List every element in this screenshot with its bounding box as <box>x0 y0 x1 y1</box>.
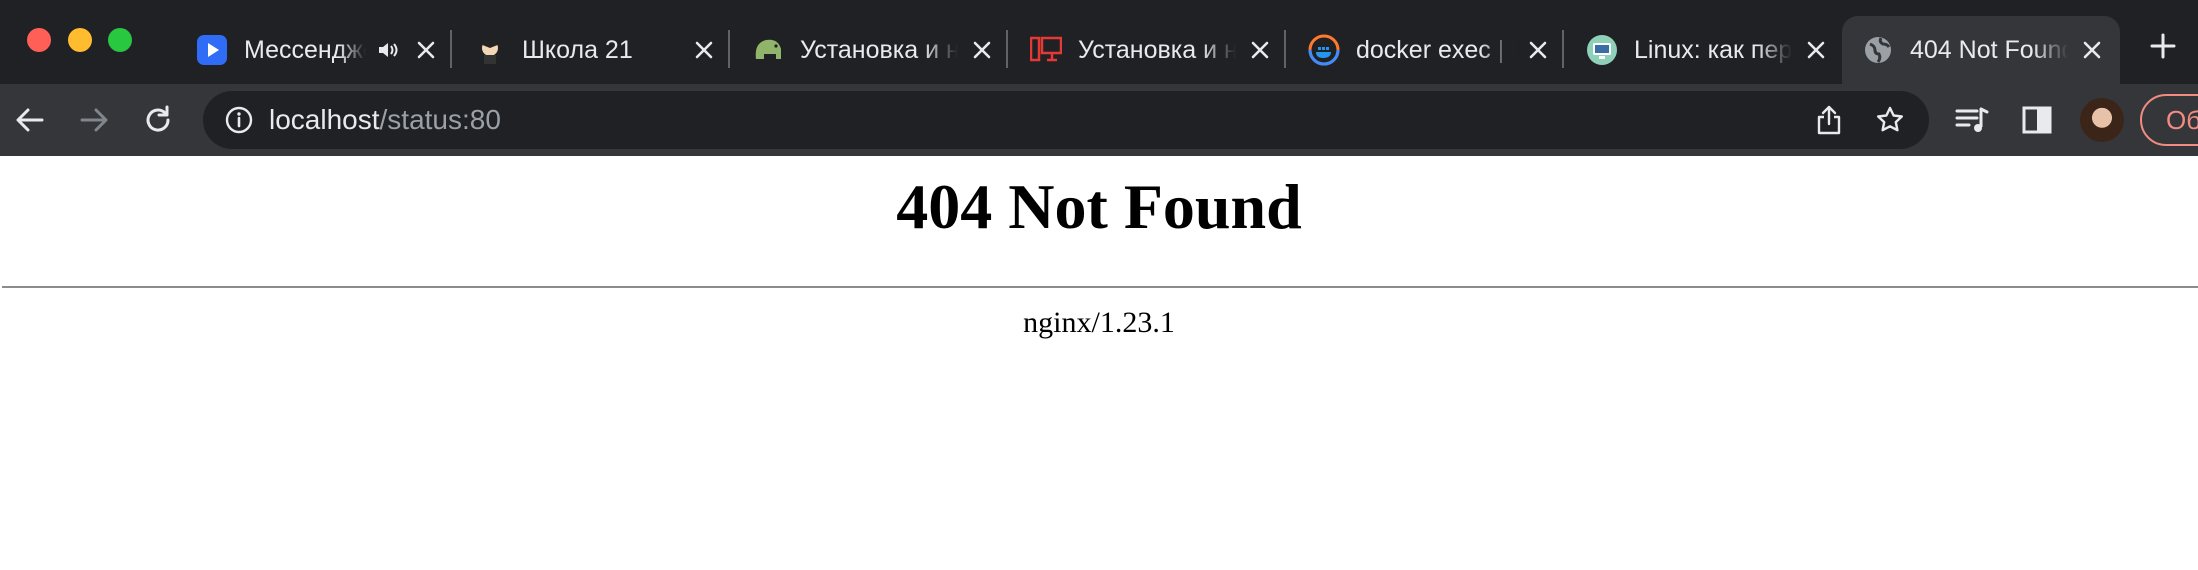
arrow-left-icon <box>16 108 44 132</box>
tab-messenger[interactable]: Мессенджер <box>176 16 454 84</box>
tab-separator <box>1284 30 1286 68</box>
address-bar[interactable]: localhost/status:80 <box>203 91 1929 149</box>
url-host: localhost <box>269 104 380 135</box>
tab-separator <box>450 30 452 68</box>
tab-title: 404 Not Found <box>1910 35 2068 64</box>
close-tab-icon[interactable] <box>2078 36 2106 64</box>
site-info-icon[interactable] <box>225 106 253 134</box>
speaker-icon[interactable] <box>376 37 400 63</box>
tab-install-2[interactable]: Установка и настройка <box>1010 16 1288 84</box>
zoom-window-button[interactable] <box>108 28 132 52</box>
url-text[interactable]: localhost/status:80 <box>269 104 501 136</box>
close-tab-icon[interactable] <box>690 36 718 64</box>
share-icon[interactable] <box>1814 105 1844 135</box>
tab-separator <box>728 30 730 68</box>
back-button[interactable] <box>8 98 52 142</box>
tab-title: Школа 21 <box>522 35 633 64</box>
page-heading: 404 Not Found <box>896 171 1302 242</box>
tab-separator <box>1562 30 1564 68</box>
profile-avatar[interactable] <box>2080 98 2124 142</box>
arrow-right-icon <box>80 108 108 132</box>
plus-icon <box>2150 33 2176 59</box>
update-button[interactable]: Обновить <box>2140 94 2198 146</box>
new-tab-button[interactable] <box>2145 28 2181 64</box>
close-window-button[interactable] <box>27 28 51 52</box>
reload-icon <box>146 105 170 132</box>
tab-separator <box>1006 30 1008 68</box>
side-panel-icon[interactable] <box>2019 102 2055 138</box>
close-tab-icon[interactable] <box>1802 36 1830 64</box>
close-tab-icon[interactable] <box>1524 36 1552 64</box>
media-controls-icon[interactable] <box>1954 102 1990 138</box>
close-tab-icon[interactable] <box>968 36 996 64</box>
divider <box>2 286 2198 288</box>
reload-button[interactable] <box>136 98 180 142</box>
tab-strip: Мессенджер Школа 21 Установка и настройк… <box>0 0 2198 84</box>
elephant-icon <box>752 34 784 66</box>
forward-button[interactable] <box>72 98 116 142</box>
globe-icon <box>1862 34 1894 66</box>
tab-title: docker exec | Docker <box>1356 35 1514 64</box>
docker-icon <box>1308 34 1340 66</box>
tab-school21[interactable]: Школа 21 <box>454 16 732 84</box>
red-server-icon <box>1030 34 1062 66</box>
school21-mascot-icon <box>474 34 506 66</box>
tab-title: Установка и настройка <box>800 35 958 64</box>
tab-404-active[interactable]: 404 Not Found <box>1842 16 2120 84</box>
server-signature: nginx/1.23.1 <box>1023 306 1175 339</box>
tab-title: Мессенджер <box>244 35 366 64</box>
page-content: 404 Not Found nginx/1.23.1 <box>0 156 2198 570</box>
minimize-window-button[interactable] <box>68 28 92 52</box>
toolbar: localhost/status:80 Обновить <box>0 84 2198 156</box>
bookmark-star-icon[interactable] <box>1875 105 1905 135</box>
play-messenger-icon <box>196 34 228 66</box>
tab-title: Установка и настройка <box>1078 35 1236 64</box>
url-path: /status:80 <box>379 104 501 135</box>
tab-title: Linux: как перейти <box>1634 35 1792 64</box>
tab-linux[interactable]: Linux: как перейти <box>1566 16 1844 84</box>
close-tab-icon[interactable] <box>1246 36 1274 64</box>
tab-install-1[interactable]: Установка и настройка <box>732 16 1010 84</box>
tab-docker-exec[interactable]: docker exec | Docker <box>1288 16 1566 84</box>
monitor-icon <box>1586 34 1618 66</box>
close-tab-icon[interactable] <box>412 36 440 64</box>
